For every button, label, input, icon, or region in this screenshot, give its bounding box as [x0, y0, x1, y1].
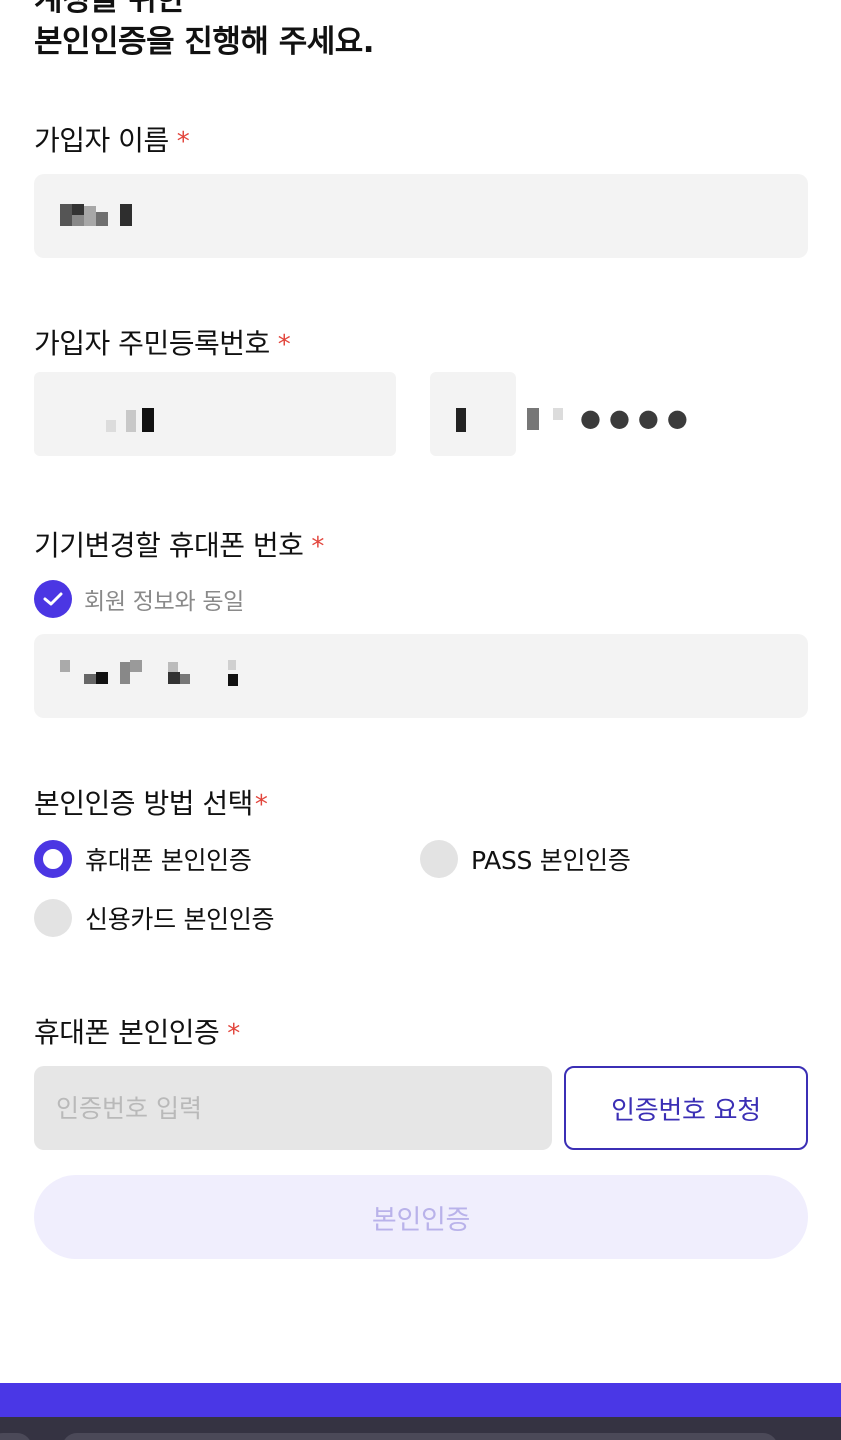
masked-rrn-digit [527, 408, 539, 430]
verification-code-input[interactable] [34, 1066, 552, 1150]
radio-unselected-icon [34, 899, 72, 937]
phone-input[interactable] [34, 634, 808, 718]
navigation-pill [62, 1433, 778, 1440]
masked-rrn-digit [456, 408, 466, 432]
required-mark: * [176, 127, 190, 157]
rrn-back-input[interactable] [430, 372, 516, 456]
page-title-line1: 계정을 위한 [34, 0, 185, 18]
required-mark: * [277, 330, 291, 360]
request-code-button[interactable]: 인증번호 요청 [564, 1066, 808, 1150]
checkmark-icon [43, 592, 63, 606]
name-label-text: 가입자 이름 [34, 124, 169, 157]
rrn-masked-dots: ●●●● [580, 404, 696, 432]
method-label: 본인인증 방법 선택* [34, 786, 268, 823]
name-input[interactable] [34, 174, 808, 258]
bottom-accent-bar [0, 1383, 841, 1417]
checkbox-checked-icon [34, 580, 72, 618]
radio-pass-verification[interactable]: PASS 본인인증 [420, 839, 631, 879]
radio-label: 휴대폰 본인인증 [85, 846, 252, 875]
rrn-front-input[interactable] [34, 372, 396, 456]
name-label: 가입자 이름 * [34, 123, 190, 160]
rrn-label-text: 가입자 주민등록번호 [34, 327, 270, 360]
phone-verify-label: 휴대폰 본인인증 * [34, 1015, 240, 1052]
method-label-text: 본인인증 방법 선택 [34, 787, 253, 820]
same-as-member-label: 회원 정보와 동일 [84, 589, 245, 615]
radio-selected-icon [34, 840, 72, 878]
verify-button[interactable]: 본인인증 [34, 1175, 808, 1259]
required-mark: * [254, 790, 268, 820]
radio-label: 신용카드 본인인증 [85, 905, 275, 934]
phone-label: 기기변경할 휴대폰 번호 * [34, 528, 324, 565]
radio-phone-verification[interactable]: 휴대폰 본인인증 [34, 839, 252, 879]
same-as-member-checkbox[interactable]: 회원 정보와 동일 [34, 580, 244, 618]
required-mark: * [227, 1019, 240, 1049]
rrn-label: 가입자 주민등록번호 * [34, 326, 291, 363]
radio-credit-card-verification[interactable]: 신용카드 본인인증 [34, 898, 275, 938]
masked-rrn-digit [553, 408, 563, 420]
radio-unselected-icon [420, 840, 458, 878]
phone-verify-label-text: 휴대폰 본인인증 [34, 1016, 220, 1049]
phone-label-text: 기기변경할 휴대폰 번호 [34, 529, 304, 562]
required-mark: * [311, 532, 324, 562]
page-title-line2: 본인인증을 진행해 주세요. [34, 24, 375, 60]
radio-label: PASS 본인인증 [471, 846, 631, 875]
